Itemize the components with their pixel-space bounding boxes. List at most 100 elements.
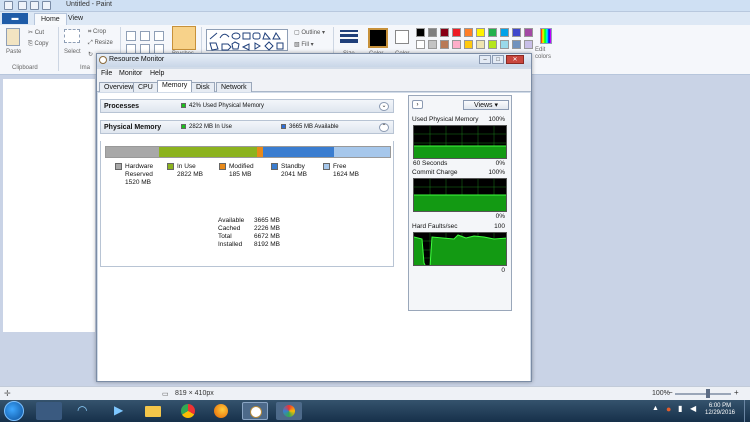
tab-memory[interactable]: Memory xyxy=(157,80,193,92)
used-physical-memory-text: 42% Used Physical Memory xyxy=(189,103,265,109)
tab-network[interactable]: Network xyxy=(216,82,252,92)
undo-icon[interactable] xyxy=(30,1,39,10)
select-icon[interactable] xyxy=(64,29,80,43)
in-use-stat: 2822 MB In Use xyxy=(181,124,232,130)
palette-swatch[interactable] xyxy=(476,28,485,37)
collapse-chevron-icon[interactable]: ⌃ xyxy=(379,123,389,132)
menu-file[interactable]: File xyxy=(101,70,112,77)
palette-swatch[interactable] xyxy=(464,28,473,37)
zoom-slider[interactable] xyxy=(675,393,731,395)
start-button[interactable] xyxy=(4,401,24,421)
legend-value: 2822 MB xyxy=(177,171,204,178)
minimize-button[interactable]: – xyxy=(479,55,491,64)
taskbar-item-paint[interactable] xyxy=(276,402,302,420)
resize-button[interactable]: ⤢ Resize xyxy=(88,40,113,47)
palette-swatch[interactable] xyxy=(524,28,533,37)
palette-swatch[interactable] xyxy=(428,40,437,49)
palette-swatch[interactable] xyxy=(416,40,425,49)
taskbar-item-resource-monitor[interactable] xyxy=(242,402,268,420)
pencil-icon[interactable] xyxy=(126,31,136,41)
size-icon[interactable] xyxy=(340,28,358,48)
zoom-in-button[interactable]: + xyxy=(734,388,739,397)
save-icon[interactable] xyxy=(18,1,27,10)
tray-firefox-icon[interactable]: ● xyxy=(666,404,671,414)
paint-canvas[interactable] xyxy=(3,79,95,332)
tab-view[interactable]: View xyxy=(62,13,89,25)
graph-used-physical-max: 100% xyxy=(488,116,505,123)
show-desktop-button[interactable] xyxy=(744,400,750,422)
tab-cpu[interactable]: CPU xyxy=(133,82,158,92)
menu-help[interactable]: Help xyxy=(150,70,164,77)
tray-volume-icon[interactable]: ◀ xyxy=(690,404,696,413)
crop-button[interactable]: ⌗ Crop xyxy=(88,29,106,36)
rm-titlebar[interactable]: Resource Monitor – □ ✕ xyxy=(97,54,531,67)
size-line xyxy=(340,39,358,43)
cut-button[interactable]: ✂ Cut xyxy=(28,29,44,36)
expand-chevron-icon[interactable]: ⌄ xyxy=(379,102,389,111)
graph-hard-faults xyxy=(413,232,507,266)
tab-disk[interactable]: Disk xyxy=(191,82,215,92)
fill-button[interactable]: ▧ Fill ▾ xyxy=(294,41,314,48)
copy-button[interactable]: ⎘ Copy xyxy=(28,41,48,48)
palette-swatch[interactable] xyxy=(452,40,461,49)
select-button[interactable]: Select xyxy=(64,49,81,55)
edit-colors-icon[interactable] xyxy=(540,28,552,44)
zoom-slider-thumb[interactable] xyxy=(706,389,710,398)
palette-swatch[interactable] xyxy=(512,40,521,49)
redo-icon[interactable] xyxy=(42,1,51,10)
color2-selector[interactable] xyxy=(395,30,409,44)
zoom-out-button[interactable]: − xyxy=(668,388,673,397)
palette-swatch[interactable] xyxy=(500,40,509,49)
fill-bucket-icon[interactable] xyxy=(140,31,150,41)
close-button[interactable]: ✕ xyxy=(506,55,524,64)
palette-swatch[interactable] xyxy=(476,40,485,49)
taskbar-item-chrome[interactable] xyxy=(175,402,201,420)
palette-swatch[interactable] xyxy=(488,40,497,49)
processes-section-header[interactable]: Processes 42% Used Physical Memory ⌄ xyxy=(100,99,394,113)
graph-used-physical-title: Used Physical Memory xyxy=(412,116,479,123)
views-dropdown[interactable]: Views ▾ xyxy=(463,100,509,110)
tray-chevron-icon[interactable]: ▲ xyxy=(652,405,659,412)
paste-icon[interactable] xyxy=(6,28,20,46)
palette-swatch[interactable] xyxy=(464,40,473,49)
taskbar-item-explorer[interactable] xyxy=(140,402,166,420)
legend-value: 1520 MB xyxy=(125,179,152,186)
tray-network-icon[interactable]: ▮ xyxy=(678,404,682,413)
summary-available-value: 3665 MB xyxy=(254,217,281,224)
brushes-icon[interactable] xyxy=(172,26,196,50)
palette-swatch[interactable] xyxy=(452,28,461,37)
palette-swatch[interactable] xyxy=(440,28,449,37)
text-icon[interactable] xyxy=(154,31,164,41)
tray-clock[interactable]: 6:00 PM 12/29/2016 xyxy=(700,403,740,417)
expand-graphs-icon[interactable]: › xyxy=(412,100,423,109)
menu-monitor[interactable]: Monitor xyxy=(119,70,142,77)
palette-swatch[interactable] xyxy=(428,28,437,37)
taskbar-item-computer[interactable] xyxy=(36,402,62,420)
graph-commit-title: Commit Charge xyxy=(412,169,458,176)
physical-memory-title: Physical Memory xyxy=(104,124,162,131)
graph-commit-max: 100% xyxy=(488,169,505,176)
palette-swatch[interactable] xyxy=(512,28,521,37)
wifi-icon: ◠ xyxy=(77,403,88,417)
window-title: Untitled - Paint xyxy=(66,1,112,8)
maximize-button[interactable]: □ xyxy=(492,55,504,64)
chrome-icon xyxy=(181,404,195,418)
outline-button[interactable]: ▢ Outline ▾ xyxy=(294,29,325,36)
physical-memory-section-header[interactable]: Physical Memory 2822 MB In Use 3665 MB A… xyxy=(100,120,394,134)
taskbar-item-wifi[interactable]: ◠ xyxy=(70,402,96,420)
palette-swatch[interactable] xyxy=(500,28,509,37)
paint-app-icon[interactable] xyxy=(4,1,13,10)
file-menu-button[interactable]: ▬ xyxy=(2,13,28,24)
paste-button[interactable]: Paste xyxy=(6,49,21,55)
palette-swatch[interactable] xyxy=(524,40,533,49)
palette-swatch[interactable] xyxy=(440,40,449,49)
paint-status-bar: ✛ ▭ 819 × 410px 100% − + xyxy=(0,386,750,400)
palette-swatch[interactable] xyxy=(416,28,425,37)
taskbar-item-media[interactable]: ▶ xyxy=(106,402,132,420)
rotate-button[interactable]: ↻ xyxy=(88,51,93,58)
palette-swatch[interactable] xyxy=(488,28,497,37)
edit-colors-button[interactable]: Edit colors xyxy=(535,47,559,61)
taskbar-item-firefox[interactable] xyxy=(208,402,234,420)
shapes-gallery[interactable] xyxy=(206,29,288,51)
color1-selector[interactable] xyxy=(368,28,388,48)
